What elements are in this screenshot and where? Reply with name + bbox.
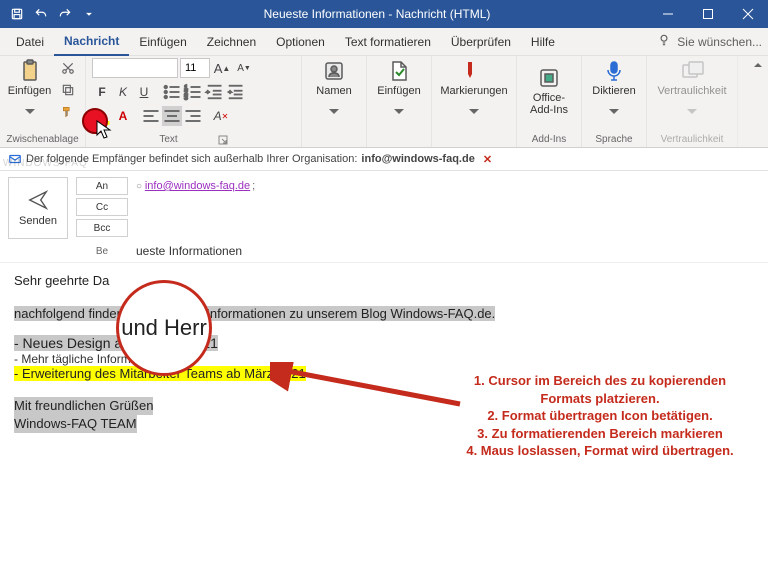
group-tags: Markierungen	[432, 56, 517, 147]
tab-options[interactable]: Optionen	[266, 28, 335, 56]
font-group-label: Text	[92, 132, 295, 147]
save-icon[interactable]	[6, 3, 28, 25]
dictate-label: Diktieren	[592, 85, 635, 97]
instruction-line-1: 1. Cursor im Bereich des zu kopierenden …	[450, 372, 750, 407]
compose-header: Senden An ○ info@windows-faq.de; Cc Bcc …	[0, 171, 768, 263]
tellme-label[interactable]: Sie wünschen...	[677, 35, 762, 49]
align-right-icon[interactable]	[183, 106, 203, 126]
tab-draw[interactable]: Zeichnen	[197, 28, 266, 56]
instruction-line-3: 3. Zu formatierenden Bereich markieren	[450, 425, 750, 443]
send-label: Senden	[19, 215, 57, 227]
group-clipboard: Einfügen Zwischenablage	[0, 56, 86, 147]
cursor-icon	[96, 120, 112, 145]
tags-label: Markierungen	[440, 85, 507, 97]
addins-label: Office- Add-Ins	[530, 92, 568, 116]
minimize-button[interactable]	[648, 0, 688, 28]
instruction-line-4: 4. Maus loslassen, Format wird übertrage…	[450, 442, 750, 460]
tab-file[interactable]: Datei	[6, 28, 54, 56]
font-color-icon[interactable]: A	[113, 106, 133, 126]
tags-button[interactable]: Markierungen	[438, 58, 510, 124]
titlebar: Neueste Informationen - Nachricht (HTML)	[0, 0, 768, 28]
instruction-line-2: 2. Format übertragen Icon betätigen.	[450, 407, 750, 425]
include-label: Einfügen	[377, 85, 420, 97]
outdent-icon[interactable]	[204, 82, 224, 102]
clipboard-group-label: Zwischenablage	[6, 132, 79, 147]
font-name-combo[interactable]	[92, 58, 178, 78]
paste-button[interactable]: Einfügen	[6, 58, 53, 124]
external-recipient-infotip: Der folgende Empfänger befindet sich auß…	[0, 148, 768, 171]
shrink-font-icon[interactable]: A▼	[234, 58, 254, 78]
body-salutation: Sehr geehrte Da	[14, 273, 754, 288]
redo-icon[interactable]	[54, 3, 76, 25]
align-left-icon[interactable]	[141, 106, 161, 126]
align-center-icon[interactable]	[162, 106, 182, 126]
numbering-icon[interactable]: 123	[183, 82, 203, 102]
dictate-group-label: Sprache	[588, 132, 640, 147]
bold-button[interactable]: F	[92, 82, 112, 102]
include-button[interactable]: Einfügen	[373, 58, 425, 124]
body-intro: nachfolgend finden sten Informationen zu…	[14, 306, 495, 321]
sensitivity-button: Vertraulichkeit	[653, 58, 731, 124]
to-button[interactable]: An	[76, 177, 128, 195]
window-controls	[648, 0, 768, 28]
tab-insert[interactable]: Einfügen	[129, 28, 196, 56]
group-names: Namen	[302, 56, 367, 147]
sensitivity-group-label: Vertraulichkeit	[653, 132, 731, 147]
paste-label: Einfügen	[8, 85, 51, 97]
group-include: Einfügen	[367, 56, 432, 147]
copy-icon[interactable]	[57, 80, 79, 100]
italic-button[interactable]: K	[113, 82, 133, 102]
annotation-instructions: 1. Cursor im Bereich des zu kopierenden …	[450, 372, 750, 460]
send-button[interactable]: Senden	[8, 177, 68, 239]
tab-message[interactable]: Nachricht	[54, 28, 129, 56]
cc-button[interactable]: Cc	[76, 198, 128, 216]
bullets-icon[interactable]	[162, 82, 182, 102]
format-painter-icon[interactable]	[57, 102, 79, 122]
tab-format[interactable]: Text formatieren	[335, 28, 441, 56]
maximize-button[interactable]	[688, 0, 728, 28]
close-button[interactable]	[728, 0, 768, 28]
undo-icon[interactable]	[30, 3, 52, 25]
to-field-value[interactable]: ○ info@windows-faq.de;	[136, 180, 255, 192]
collapse-ribbon-icon[interactable]	[752, 58, 764, 76]
indent-icon[interactable]	[225, 82, 245, 102]
dictate-button[interactable]: Diktieren	[588, 58, 640, 124]
infotip-dismiss-icon[interactable]: ✕	[483, 153, 492, 166]
infotip-email: info@windows-faq.de	[361, 153, 474, 165]
quick-access-toolbar	[0, 3, 106, 25]
group-dictate: Diktieren Sprache	[582, 56, 647, 147]
names-label: Namen	[316, 85, 351, 97]
ribbon: Einfügen Zwischenablage 11 A▲ A▼ F K U	[0, 56, 768, 148]
svg-text:3: 3	[184, 95, 188, 102]
addins-button[interactable]: Office- Add-Ins	[523, 58, 575, 124]
tab-review[interactable]: Überprüfen	[441, 28, 521, 56]
tab-help[interactable]: Hilfe	[521, 28, 565, 56]
underline-button[interactable]: U	[134, 82, 154, 102]
group-font: 11 A▲ A▼ F K U 123 A	[86, 56, 302, 147]
cut-icon[interactable]	[57, 58, 79, 78]
font-size-combo[interactable]: 11	[180, 58, 210, 78]
group-sensitivity: Vertraulichkeit Vertraulichkeit	[647, 56, 738, 147]
grow-font-icon[interactable]: A▲	[212, 58, 232, 78]
window-title: Neueste Informationen - Nachricht (HTML)	[106, 7, 648, 21]
annotation-arrow	[270, 362, 470, 422]
bcc-button[interactable]: Bcc	[76, 219, 128, 237]
body-signature-2: Windows-FAQ TEAM	[14, 415, 137, 433]
names-button[interactable]: Namen	[308, 58, 360, 124]
clear-formatting-icon[interactable]: A✕	[211, 106, 231, 126]
subject-field[interactable]: ueste Informationen	[136, 244, 242, 258]
watermark-text: WINDOWS-FAQ	[3, 158, 88, 169]
sensitivity-label: Vertraulichkeit	[657, 85, 726, 97]
body-signature-1: Mit freundlichen Grüßen	[14, 397, 153, 415]
annotation-magnifier: und Herr	[116, 280, 212, 376]
dialog-launcher-icon[interactable]	[218, 135, 228, 145]
subject-label: Be	[76, 246, 128, 257]
lightbulb-icon	[657, 33, 671, 50]
addins-group-label: Add-Ins	[523, 132, 575, 147]
qat-dropdown-icon[interactable]	[78, 3, 100, 25]
group-addins: Office- Add-Ins Add-Ins	[517, 56, 582, 147]
ribbon-tabs: Datei Nachricht Einfügen Zeichnen Option…	[0, 28, 768, 56]
